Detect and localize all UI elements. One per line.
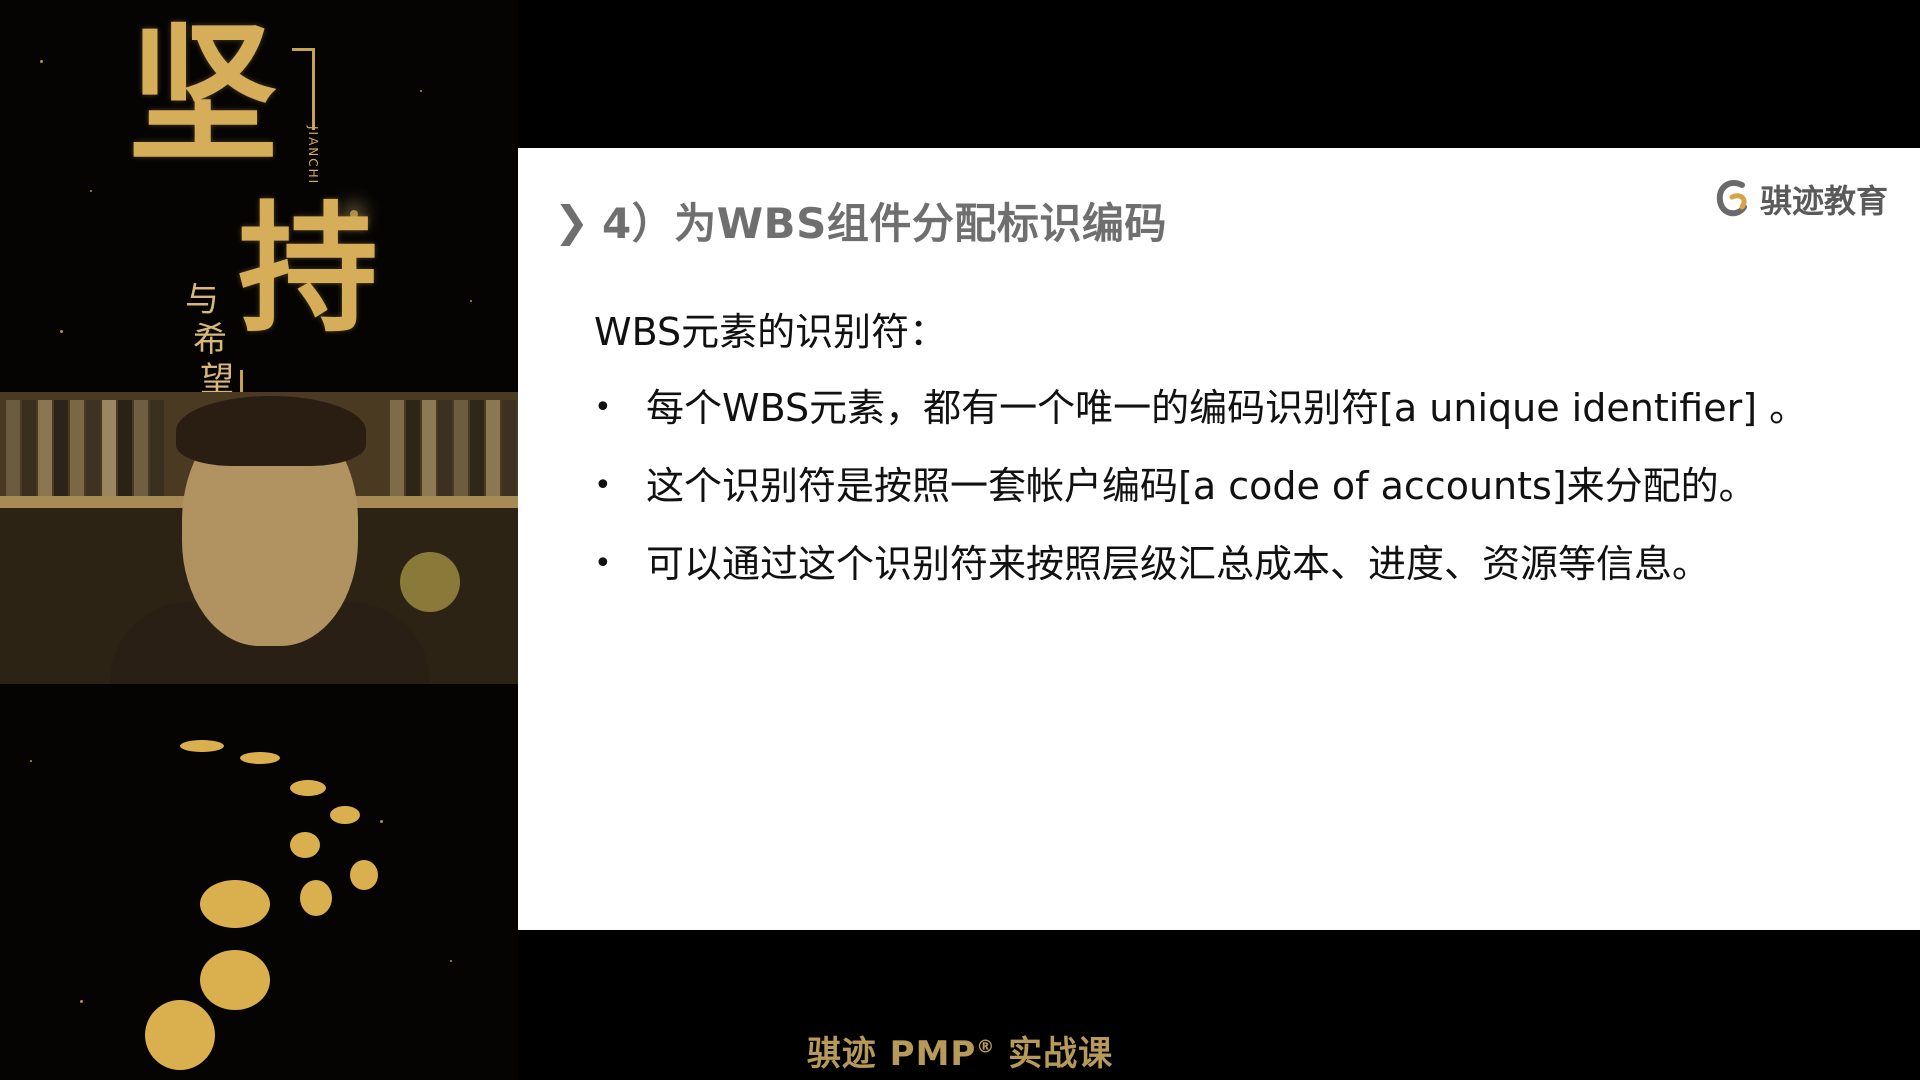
poster-title-char-1: 坚 (128, 7, 279, 183)
footer-suffix: 实战课 (995, 1034, 1114, 1074)
slide: ❯ 4）为WBS组件分配标识编码 骐迹教育 WBS元素的识别符： 每个WBS元素… (518, 148, 1920, 930)
chevron-right-icon: ❯ (554, 197, 590, 246)
footprint (240, 752, 280, 764)
registered-mark: ® (976, 1036, 996, 1058)
footprint (330, 806, 360, 824)
footprint (290, 832, 320, 858)
bullet-item: 这个识别符是按照一套帐户编码[a code of accounts]来分配的。 (594, 450, 1884, 522)
presenter-hair (176, 396, 366, 466)
footprint (350, 860, 378, 890)
slide-title-text: 为WBS组件分配标识编码 (674, 199, 1167, 248)
footprint (200, 950, 270, 1010)
bullet-list: 每个WBS元素，都有一个唯一的编码识别符[a unique identifier… (594, 372, 1884, 600)
slide-title-number: 4） (602, 199, 675, 248)
poster-pinyin: JIANCHI (306, 126, 320, 186)
slide-title: 4）为WBS组件分配标识编码 (602, 200, 1167, 248)
poster-panel: 坚 持 JIANCHI 与 希 望 (0, 0, 518, 1080)
footprint (290, 780, 326, 796)
slide-content: WBS元素的识别符： 每个WBS元素，都有一个唯一的编码识别符[a unique… (594, 296, 1884, 606)
course-footer: 骐迹 PMP® 实战课 (0, 1026, 1920, 1075)
brand-name: 骐迹教育 (1759, 182, 1888, 220)
footprint (180, 740, 224, 752)
presenter-video (0, 392, 518, 684)
brand-logo: 骐迹教育 (1712, 176, 1888, 222)
brand-mark-icon (1712, 177, 1754, 221)
poster-title-char-2: 持 (238, 188, 379, 352)
content-heading: WBS元素的识别符： (594, 310, 948, 354)
footer-text: 骐迹 PMP (806, 1034, 977, 1074)
footprint (200, 880, 270, 928)
bullet-item: 每个WBS元素，都有一个唯一的编码识别符[a unique identifier… (594, 372, 1884, 444)
plant (400, 552, 460, 612)
bullet-item: 可以通过这个识别符来按照层级汇总成本、进度、资源等信息。 (594, 528, 1884, 600)
footprint (300, 880, 332, 916)
